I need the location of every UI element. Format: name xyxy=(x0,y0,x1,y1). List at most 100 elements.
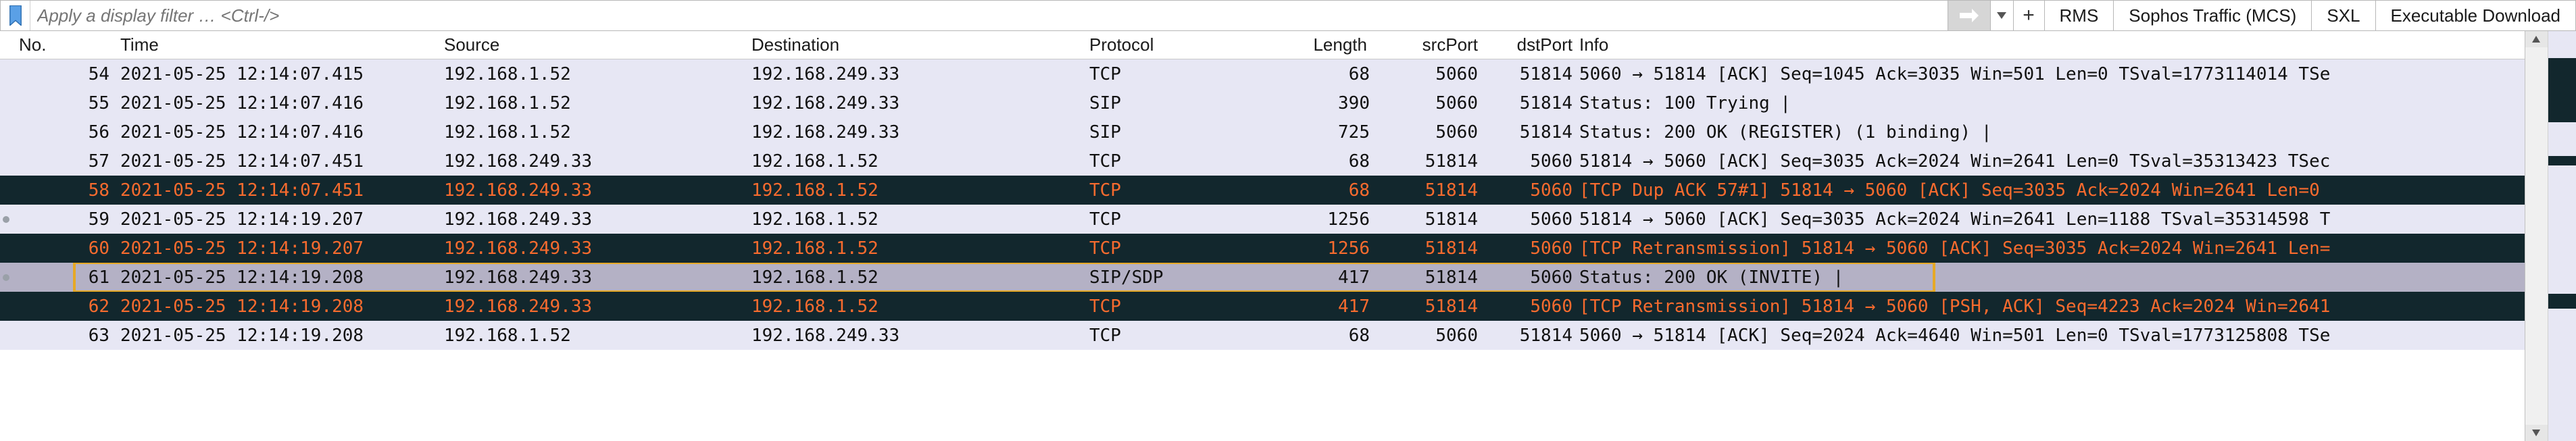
packet-info: [TCP Dup ACK 57#1] 51814 → 5060 [ACK] Se… xyxy=(1579,180,2576,201)
packet-protocol: SIP xyxy=(1089,93,1275,113)
packet-row[interactable]: 612021-05-25 12:14:19.208192.168.249.331… xyxy=(0,263,2576,292)
column-header-time[interactable]: Time xyxy=(120,34,444,55)
packet-source: 192.168.249.33 xyxy=(444,267,751,288)
packet-row[interactable]: 622021-05-25 12:14:19.208192.168.249.331… xyxy=(0,292,2576,321)
packet-no: 63 xyxy=(19,326,120,346)
packet-time: 2021-05-25 12:14:19.207 xyxy=(120,238,444,259)
packet-no: 60 xyxy=(19,238,120,259)
column-header-dstport[interactable]: dstPort xyxy=(1485,34,1579,55)
toolbar-button-sophos[interactable]: Sophos Traffic (MCS) xyxy=(2114,1,2312,30)
column-header-protocol[interactable]: Protocol xyxy=(1089,34,1275,55)
packet-destination: 192.168.1.52 xyxy=(751,296,1089,317)
apply-filter-button xyxy=(1948,1,1991,30)
packet-protocol: TCP xyxy=(1089,180,1275,201)
display-filter-toolbar: + RMS Sophos Traffic (MCS) SXL Executabl… xyxy=(0,0,2576,31)
packet-row[interactable]: 582021-05-25 12:14:07.451192.168.249.331… xyxy=(0,176,2576,205)
packet-no: 62 xyxy=(19,296,120,317)
packet-time: 2021-05-25 12:14:19.208 xyxy=(120,326,444,346)
packet-info: 51814 → 5060 [ACK] Seq=3035 Ack=2024 Win… xyxy=(1579,209,2576,230)
packet-protocol: SIP/SDP xyxy=(1089,267,1275,288)
packet-length: 68 xyxy=(1275,326,1377,346)
packet-source: 192.168.1.52 xyxy=(444,326,751,346)
toolbar-button-rms[interactable]: RMS xyxy=(2045,1,2114,30)
packet-row[interactable]: 632021-05-25 12:14:19.208192.168.1.52192… xyxy=(0,321,2576,350)
apply-filter-dropdown[interactable] xyxy=(1991,1,2014,30)
scroll-up-button[interactable] xyxy=(2525,31,2548,47)
packet-row[interactable]: 602021-05-25 12:14:19.207192.168.249.331… xyxy=(0,234,2576,263)
packet-length: 725 xyxy=(1275,122,1377,142)
column-header-destination[interactable]: Destination xyxy=(751,34,1089,55)
minimap-overview[interactable] xyxy=(2548,31,2576,441)
packet-dstport: 51814 xyxy=(1485,93,1579,113)
packet-length: 1256 xyxy=(1275,209,1377,230)
scrollbar-track[interactable] xyxy=(2525,31,2548,441)
packet-srcport: 5060 xyxy=(1377,64,1485,84)
packet-srcport: 5060 xyxy=(1377,122,1485,142)
packet-dstport: 5060 xyxy=(1485,267,1579,288)
packet-destination: 192.168.249.33 xyxy=(751,93,1089,113)
packet-srcport: 51814 xyxy=(1377,180,1485,201)
packet-no: 58 xyxy=(19,180,120,201)
column-header-srcport[interactable]: srcPort xyxy=(1377,34,1485,55)
packet-length: 417 xyxy=(1275,296,1377,317)
packet-protocol: TCP xyxy=(1089,326,1275,346)
minimap-band xyxy=(2548,122,2576,156)
column-header-no[interactable]: No. xyxy=(19,34,120,55)
row-marker xyxy=(0,216,19,223)
packet-dstport: 5060 xyxy=(1485,151,1579,172)
minimap-band xyxy=(2548,31,2576,58)
packet-time: 2021-05-25 12:14:19.207 xyxy=(120,209,444,230)
packet-list-header[interactable]: No. Time Source Destination Protocol Len… xyxy=(0,31,2576,59)
minimap-band xyxy=(2548,294,2576,309)
packet-protocol: TCP xyxy=(1089,296,1275,317)
scroll-down-button[interactable] xyxy=(2525,425,2548,441)
packet-dstport: 5060 xyxy=(1485,296,1579,317)
packet-destination: 192.168.249.33 xyxy=(751,326,1089,346)
packet-time: 2021-05-25 12:14:07.415 xyxy=(120,64,444,84)
packet-no: 54 xyxy=(19,64,120,84)
packet-dstport: 51814 xyxy=(1485,64,1579,84)
packet-destination: 192.168.1.52 xyxy=(751,238,1089,259)
packet-no: 61 xyxy=(19,267,120,288)
packet-dstport: 51814 xyxy=(1485,326,1579,346)
packet-time: 2021-05-25 12:14:07.451 xyxy=(120,151,444,172)
packet-length: 1256 xyxy=(1275,238,1377,259)
packet-time: 2021-05-25 12:14:07.416 xyxy=(120,122,444,142)
packet-dstport: 5060 xyxy=(1485,209,1579,230)
packet-destination: 192.168.1.52 xyxy=(751,209,1089,230)
packet-srcport: 51814 xyxy=(1377,296,1485,317)
packet-protocol: SIP xyxy=(1089,122,1275,142)
packet-list[interactable]: 542021-05-25 12:14:07.415192.168.1.52192… xyxy=(0,59,2576,350)
packet-length: 68 xyxy=(1275,180,1377,201)
packet-info: 5060 → 51814 [ACK] Seq=2024 Ack=4640 Win… xyxy=(1579,326,2576,346)
packet-time: 2021-05-25 12:14:19.208 xyxy=(120,296,444,317)
packet-destination: 192.168.1.52 xyxy=(751,151,1089,172)
column-header-source[interactable]: Source xyxy=(444,34,751,55)
packet-length: 417 xyxy=(1275,267,1377,288)
toolbar-button-sxl[interactable]: SXL xyxy=(2312,1,2375,30)
packet-no: 57 xyxy=(19,151,120,172)
column-header-info[interactable]: Info xyxy=(1579,34,2576,55)
packet-row[interactable]: 562021-05-25 12:14:07.416192.168.1.52192… xyxy=(0,118,2576,147)
packet-info: [TCP Retransmission] 51814 → 5060 [PSH, … xyxy=(1579,296,2576,317)
packet-row[interactable]: 552021-05-25 12:14:07.416192.168.1.52192… xyxy=(0,88,2576,118)
bookmark-icon[interactable] xyxy=(1,1,30,30)
packet-dstport: 51814 xyxy=(1485,122,1579,142)
packet-source: 192.168.1.52 xyxy=(444,122,751,142)
packet-dstport: 5060 xyxy=(1485,180,1579,201)
packet-row[interactable]: 592021-05-25 12:14:19.207192.168.249.331… xyxy=(0,205,2576,234)
add-filter-button[interactable]: + xyxy=(2014,1,2045,30)
packet-info: [TCP Retransmission] 51814 → 5060 [ACK] … xyxy=(1579,238,2576,259)
packet-row[interactable]: 542021-05-25 12:14:07.415192.168.1.52192… xyxy=(0,59,2576,88)
display-filter-input[interactable] xyxy=(30,1,1948,30)
toolbar-button-exe-download[interactable]: Executable Download xyxy=(2376,1,2576,30)
packet-srcport: 5060 xyxy=(1377,326,1485,346)
packet-time: 2021-05-25 12:14:19.208 xyxy=(120,267,444,288)
packet-time: 2021-05-25 12:14:07.416 xyxy=(120,93,444,113)
packet-row[interactable]: 572021-05-25 12:14:07.451192.168.249.331… xyxy=(0,147,2576,176)
packet-source: 192.168.249.33 xyxy=(444,180,751,201)
column-header-length[interactable]: Length xyxy=(1275,34,1377,55)
minimap-band xyxy=(2548,165,2576,294)
packet-info: Status: 200 OK (INVITE) | xyxy=(1579,267,2576,288)
packet-info: Status: 200 OK (REGISTER) (1 binding) | xyxy=(1579,122,2576,142)
